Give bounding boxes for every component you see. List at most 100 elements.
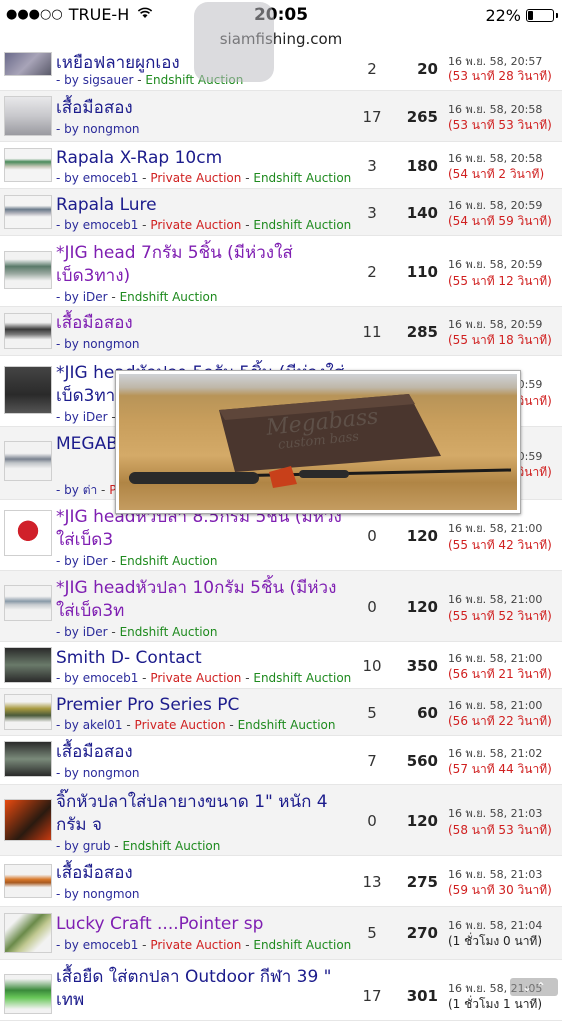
auction-row[interactable]: Lucky Craft ....Pointer sp - by emoceb1 …: [0, 907, 562, 960]
item-thumbnail[interactable]: [4, 913, 52, 953]
seller-link[interactable]: emoceb1: [83, 671, 139, 685]
image-preview-popup: Megabass custom bass: [115, 370, 521, 514]
private-tag: Private Auction: [150, 938, 242, 952]
auction-row[interactable]: เสื้อมือสอง - by nongmon 11 285 16 พ.ย. …: [0, 307, 562, 356]
time-remaining: (59 นาที 30 วินาที): [448, 883, 552, 897]
private-tag: Private Auction: [150, 671, 242, 685]
bid-count: 0: [367, 598, 377, 616]
current-price: 110: [406, 263, 438, 281]
item-title[interactable]: Smith D- Contact: [56, 647, 350, 670]
seller-link[interactable]: iDer: [83, 625, 108, 639]
item-title[interactable]: Premier Pro Series PC: [56, 694, 350, 717]
item-title[interactable]: *JIG headหัวปลา 10กรัม 5ชิ้น (มีห่วงใส่เ…: [56, 577, 350, 623]
seller-link[interactable]: emoceb1: [83, 938, 139, 952]
item-thumbnail[interactable]: [4, 510, 52, 556]
item-thumbnail[interactable]: [4, 251, 52, 289]
endshift-tag: Endshift Auction: [122, 839, 221, 853]
auction-row[interactable]: *JIG head 7กรัม 5ชิ้น (มีห่วงใส่เบ็ด3ทาง…: [0, 236, 562, 307]
item-meta: - by iDer - Endshift Auction: [56, 625, 218, 639]
auction-row[interactable]: เสื้อมือสอง - by nongmon 7 560 16 พ.ย. 5…: [0, 736, 562, 785]
seller-link[interactable]: akel01: [83, 718, 123, 732]
time-remaining: (54 นาที 59 วินาที): [448, 214, 552, 228]
item-title[interactable]: เสื้อมือสอง: [56, 741, 350, 764]
scroll-arrows-icon[interactable]: ⌄ ⌃: [510, 978, 558, 996]
time-remaining: (53 นาที 28 วินาที): [448, 69, 552, 83]
seller-link[interactable]: iDer: [83, 554, 108, 568]
item-thumbnail[interactable]: [4, 148, 52, 182]
seller-link[interactable]: emoceb1: [83, 171, 139, 185]
auction-row[interactable]: เสื้อมือสอง - by nongmon 13 275 16 พ.ย. …: [0, 856, 562, 907]
url-bar[interactable]: siamfishing.com: [0, 30, 562, 52]
end-time: 16 พ.ย. 58, 21:00: [448, 522, 543, 535]
item-thumbnail[interactable]: [4, 52, 52, 76]
item-thumbnail[interactable]: [4, 195, 52, 229]
endshift-tag: Endshift Auction: [119, 554, 218, 568]
time-remaining: (55 นาที 12 วินาที): [448, 274, 552, 288]
current-price: 265: [406, 108, 438, 126]
item-title[interactable]: เสื้อยืด ใส่ตกปลา Outdoor กีฬา 39 " เทพ: [56, 966, 350, 1012]
seller-link[interactable]: sigsauer: [83, 73, 134, 87]
time-remaining: (54 นาที 2 วินาที): [448, 167, 545, 181]
status-bar: ●●●○○ TRUE-H 20:05 22%: [0, 0, 562, 30]
auction-row[interactable]: Rapala X-Rap 10cm - by emoceb1 - Private…: [0, 142, 562, 189]
seller-link[interactable]: iDer: [83, 290, 108, 304]
bid-count: 3: [367, 204, 377, 222]
item-thumbnail[interactable]: [4, 864, 52, 898]
time-remaining: (56 นาที 22 วินาที): [448, 714, 552, 728]
current-price: 120: [406, 527, 438, 545]
seller-link[interactable]: iDer: [83, 410, 108, 424]
item-thumbnail[interactable]: [4, 694, 52, 730]
seller-link[interactable]: emoceb1: [83, 218, 139, 232]
bid-count: 5: [367, 924, 377, 942]
private-tag: Private Auction: [134, 718, 226, 732]
item-thumbnail[interactable]: [4, 441, 52, 481]
auction-row[interactable]: เสื้อมือสอง - by nongmon 17 265 16 พ.ย. …: [0, 91, 562, 142]
auction-row[interactable]: Rapala Lure - by emoceb1 - Private Aucti…: [0, 189, 562, 236]
item-title[interactable]: เสื้อมือสอง: [56, 97, 350, 120]
current-price: 20: [417, 60, 438, 78]
item-meta: - by emoceb1 - Private Auction - Endshif…: [56, 171, 352, 185]
auction-row[interactable]: จิ๊กหัวปลาใส่ปลายางขนาด 1" หนัก 4 กรัม จ…: [0, 785, 562, 856]
auction-row[interactable]: Premier Pro Series PC - by akel01 - Priv…: [0, 689, 562, 736]
item-thumbnail[interactable]: [4, 741, 52, 777]
item-title[interactable]: *JIG head 7กรัม 5ชิ้น (มีห่วงใส่เบ็ด3ทาง…: [56, 242, 350, 288]
auction-row[interactable]: เสื้อยืด ใส่ตกปลา Outdoor กีฬา 39 " เทพ …: [0, 960, 562, 1021]
seller-link[interactable]: nongmon: [83, 766, 140, 780]
auction-row[interactable]: เหยือฟลายผูกเอง - by sigsauer - Endshift…: [0, 52, 562, 91]
item-thumbnail[interactable]: [4, 974, 52, 1014]
item-thumbnail[interactable]: [4, 313, 52, 349]
item-title[interactable]: Lucky Craft ....Pointer sp: [56, 913, 350, 936]
item-thumbnail[interactable]: [4, 366, 52, 414]
current-price: 301: [406, 987, 438, 1005]
bid-count: 2: [367, 60, 377, 78]
item-thumbnail[interactable]: [4, 96, 52, 136]
item-meta: - by emoceb1 - Private Auction - Endshif…: [56, 671, 352, 685]
time-remaining: (56 นาที 21 วินาที): [448, 667, 552, 681]
seller-link[interactable]: nongmon: [83, 887, 140, 901]
battery-status: 22%: [485, 6, 558, 25]
bid-count: 2: [367, 263, 377, 281]
item-thumbnail[interactable]: [4, 647, 52, 683]
item-meta: - by emoceb1 - Private Auction - Endshif…: [56, 218, 352, 232]
current-price: 120: [406, 598, 438, 616]
item-title[interactable]: จิ๊กหัวปลาใส่ปลายางขนาด 1" หนัก 4 กรัม จ: [56, 791, 350, 837]
item-thumbnail[interactable]: [4, 799, 52, 841]
auction-row[interactable]: *JIG headหัวปลา 10กรัม 5ชิ้น (มีห่วงใส่เ…: [0, 571, 562, 642]
item-title[interactable]: Rapala Lure: [56, 194, 350, 217]
end-time: 16 พ.ย. 58, 20:59: [448, 258, 543, 271]
endshift-tag: Endshift Auction: [237, 718, 336, 732]
item-title[interactable]: Rapala X-Rap 10cm: [56, 147, 350, 170]
seller-link[interactable]: ต่า: [83, 483, 98, 497]
status-clock: 20:05: [253, 5, 309, 25]
seller-link[interactable]: nongmon: [83, 337, 140, 351]
seller-link[interactable]: grub: [83, 839, 111, 853]
battery-percent: 22%: [485, 6, 521, 25]
item-title[interactable]: เสื้อมือสอง: [56, 312, 350, 335]
item-title[interactable]: เสื้อมือสอง: [56, 862, 350, 885]
seller-link[interactable]: nongmon: [83, 122, 140, 136]
auction-row[interactable]: Smith D- Contact - by emoceb1 - Private …: [0, 642, 562, 689]
item-meta: - by iDer - Endshift Auction: [56, 554, 218, 568]
bid-count: 0: [367, 812, 377, 830]
item-thumbnail[interactable]: [4, 585, 52, 621]
bid-count: 13: [362, 873, 382, 891]
